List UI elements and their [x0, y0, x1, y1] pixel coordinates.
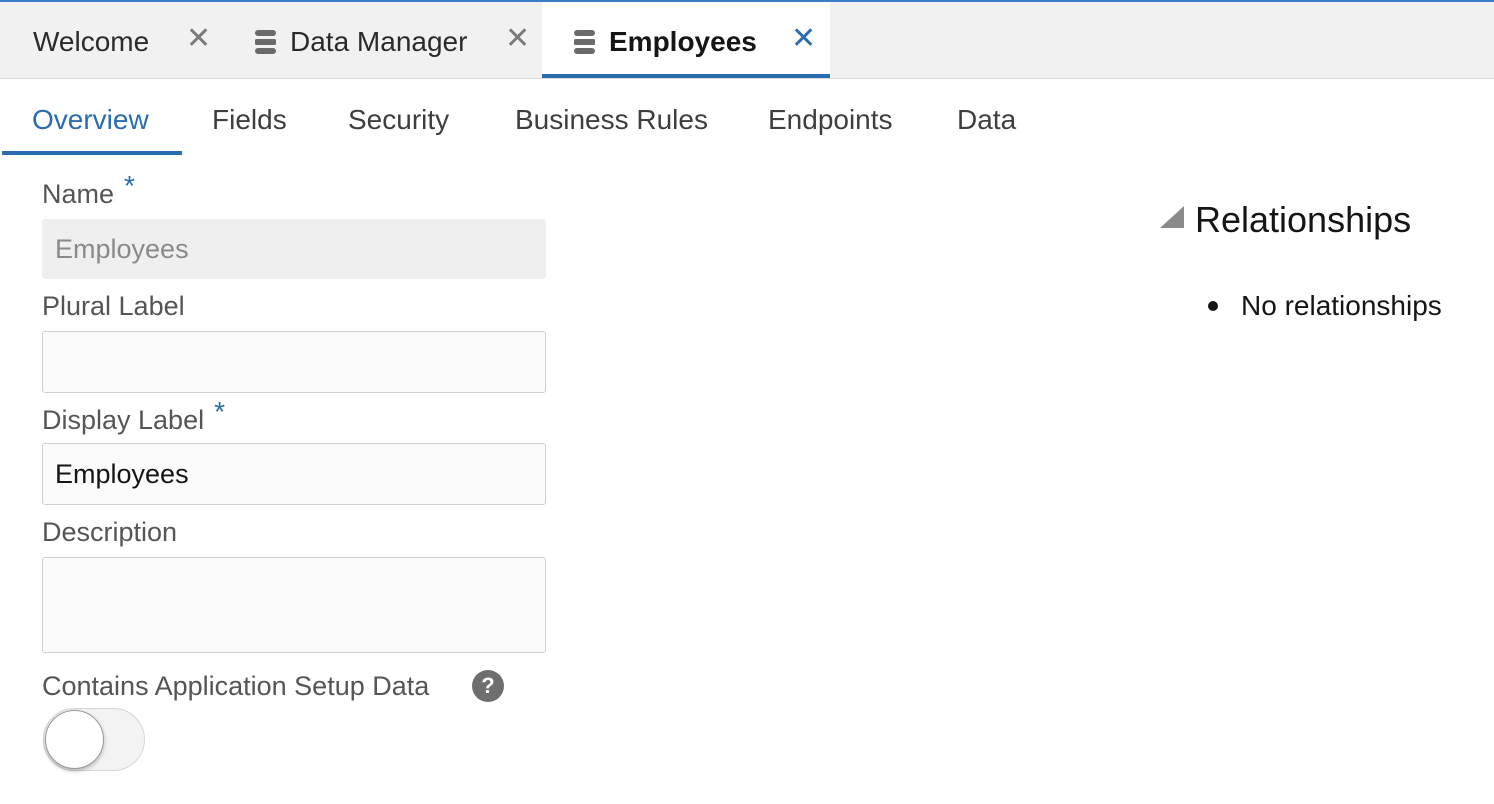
active-tab-indicator — [2, 151, 182, 155]
close-icon[interactable]: ✕ — [791, 24, 816, 54]
doc-tab-data-manager[interactable]: Data Manager ✕ — [241, 2, 542, 79]
relationship-item: No relationships — [1241, 290, 1442, 321]
doc-tab-label: Employees — [609, 26, 757, 57]
doc-tab-label: Welcome — [33, 26, 150, 57]
description-field[interactable] — [42, 557, 546, 653]
help-icon[interactable]: ? — [472, 670, 504, 702]
name-field[interactable] — [42, 219, 546, 279]
doc-tab-welcome[interactable]: Welcome ✕ — [0, 2, 241, 79]
tab-security[interactable]: Security — [348, 104, 449, 136]
required-mark: * — [124, 170, 135, 201]
toggle-knob — [45, 710, 104, 769]
relationships-title: Relationships — [1195, 199, 1412, 240]
plural-label-field[interactable] — [42, 331, 546, 393]
name-label: Name * — [42, 170, 135, 209]
database-icon — [255, 30, 276, 54]
description-label: Description — [42, 517, 178, 547]
bullet — [1208, 301, 1218, 311]
plural-label-label: Plural Label — [42, 291, 185, 321]
required-mark: * — [214, 396, 225, 427]
tab-endpoints[interactable]: Endpoints — [768, 104, 893, 136]
collapse-triangle-icon[interactable] — [1160, 206, 1184, 230]
document-tab-strip: Welcome ✕ Data Manager ✕ Employees ✕ — [0, 2, 1494, 79]
tab-business-rules[interactable]: Business Rules — [515, 104, 708, 136]
close-icon[interactable]: ✕ — [505, 24, 530, 54]
database-icon — [574, 30, 595, 54]
tab-fields[interactable]: Fields — [212, 104, 287, 136]
display-label-field[interactable] — [42, 443, 546, 505]
tab-data[interactable]: Data — [957, 104, 1016, 136]
tab-overview[interactable]: Overview — [32, 104, 149, 136]
doc-tab-employees[interactable]: Employees ✕ — [542, 2, 830, 78]
setup-data-label: Contains Application Setup Data — [42, 671, 430, 701]
doc-tab-label: Data Manager — [290, 26, 468, 57]
display-label-label: Display Label * — [42, 396, 225, 435]
setup-data-toggle[interactable] — [43, 708, 145, 771]
close-icon[interactable]: ✕ — [186, 24, 211, 54]
